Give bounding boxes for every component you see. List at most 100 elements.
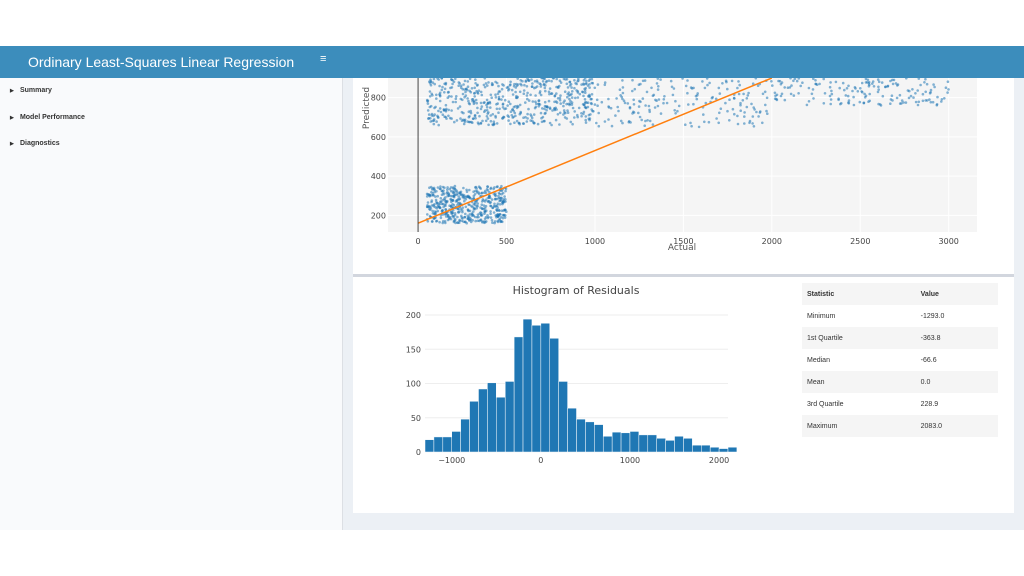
scatter-point: [852, 95, 855, 99]
scatter-point: [497, 90, 501, 93]
scatter-point: [484, 198, 488, 202]
scatter-point: [570, 96, 574, 99]
scatter-point: [509, 83, 512, 86]
scatter-point: [662, 101, 665, 105]
scatter-point: [689, 121, 692, 125]
scatter-point: [503, 195, 506, 198]
sidebar: ▶ Summary ▶ Model Performance ▶ Diagnost…: [0, 78, 343, 530]
scatter-point: [697, 125, 701, 129]
scatter-point: [427, 117, 430, 120]
scatter-point: [834, 80, 838, 84]
scatter-point: [570, 86, 573, 89]
scatter-point: [530, 78, 533, 81]
scatter-point: [656, 88, 660, 91]
x-tick-label: 3000: [939, 237, 959, 246]
scatter-point: [445, 117, 448, 120]
scatter-point: [438, 220, 441, 224]
histogram-bar: [522, 318, 533, 453]
scatter-point: [856, 90, 860, 93]
stat-name: 3rd Quartile: [807, 400, 844, 408]
scatter-point: [470, 87, 474, 90]
scatter-point: [695, 97, 699, 101]
scatter-point: [496, 202, 500, 205]
scatter-point: [523, 83, 526, 87]
scatter-point: [743, 122, 746, 125]
scatter-point: [544, 89, 547, 93]
table-row: 1st Quartile -363.8: [802, 327, 998, 349]
scatter-point: [745, 105, 749, 109]
scatter-point: [701, 80, 704, 83]
sidebar-item-summary[interactable]: ▶ Summary: [10, 87, 52, 94]
scatter-point: [818, 82, 821, 86]
scatter-point: [443, 198, 447, 202]
scatter-point: [474, 78, 477, 81]
scatter-point: [538, 90, 542, 93]
scatter-point: [750, 102, 753, 106]
scatter-point: [428, 194, 431, 197]
scatter-point: [881, 94, 885, 98]
scatter-chart[interactable]: 0 500 1000 1500 2000 2500 3000200400600800 Act…: [353, 78, 1014, 306]
stat-name: Maximum: [807, 422, 838, 430]
scatter-point: [588, 86, 591, 89]
scatter-point: [452, 187, 455, 190]
scatter-point: [548, 87, 552, 90]
scatter-point: [641, 79, 645, 83]
scatter-point: [450, 95, 453, 98]
scatter-point: [524, 79, 528, 82]
x-tick-label: 500: [499, 237, 514, 246]
scatter-point: [746, 94, 750, 97]
scatter-point: [447, 114, 450, 118]
sidebar-item-model-performance[interactable]: ▶ Model Performance: [10, 114, 85, 121]
scatter-point: [450, 109, 453, 112]
stats-table: Statistic Value Minimum -1293.0 1st Quart…: [802, 283, 998, 437]
scatter-point: [426, 213, 429, 216]
scatter-point: [736, 86, 739, 90]
scatter-point: [461, 209, 464, 212]
scatter-point: [490, 82, 494, 85]
scatter-point: [497, 191, 501, 195]
scatter-point: [629, 121, 632, 124]
scatter-point: [454, 97, 458, 100]
scatter-point: [644, 119, 647, 123]
scatter-point: [568, 97, 571, 101]
scatter-point: [532, 113, 536, 116]
scatter-point: [814, 82, 817, 86]
scatter-point: [576, 96, 580, 99]
scatter-point: [621, 86, 625, 89]
sidebar-item-diagnostics[interactable]: ▶ Diagnostics: [10, 140, 60, 147]
scatter-point: [657, 85, 660, 88]
scatter-point: [476, 106, 479, 110]
scatter-point: [447, 90, 450, 94]
scatter-point: [529, 119, 532, 122]
scatter-point: [494, 204, 498, 208]
scatter-point: [537, 102, 540, 106]
scatter-point: [513, 121, 516, 124]
scatter-point: [911, 88, 914, 91]
scatter-point: [587, 113, 591, 117]
scatter-point: [460, 214, 463, 218]
scatter-point: [547, 90, 551, 94]
scatter-point: [562, 104, 565, 108]
scatter-point: [456, 221, 459, 224]
scatter-point: [428, 95, 432, 98]
scatter-point: [638, 115, 642, 119]
histogram-chart[interactable]: Histogram of Residuals −1000 0 1000 2000 0 50…: [353, 277, 793, 507]
scatter-point: [891, 78, 894, 82]
scatter-point: [459, 97, 463, 101]
hamburger-icon[interactable]: ≡: [320, 53, 326, 65]
scatter-point: [521, 79, 524, 83]
scatter-point: [436, 194, 439, 198]
scatter-point: [689, 86, 693, 89]
scatter-point: [743, 115, 746, 118]
scatter-point: [428, 90, 432, 93]
histogram-bar: [701, 444, 711, 453]
stat-name: 1st Quartile: [807, 334, 843, 342]
scatter-point: [518, 103, 522, 107]
scatter-point: [924, 78, 927, 81]
scatter-point: [463, 215, 467, 219]
scatter-point: [442, 189, 445, 192]
scatter-point: [923, 81, 926, 84]
scatter-point: [505, 86, 509, 89]
scatter-point: [766, 112, 769, 115]
scatter-point: [544, 84, 547, 87]
